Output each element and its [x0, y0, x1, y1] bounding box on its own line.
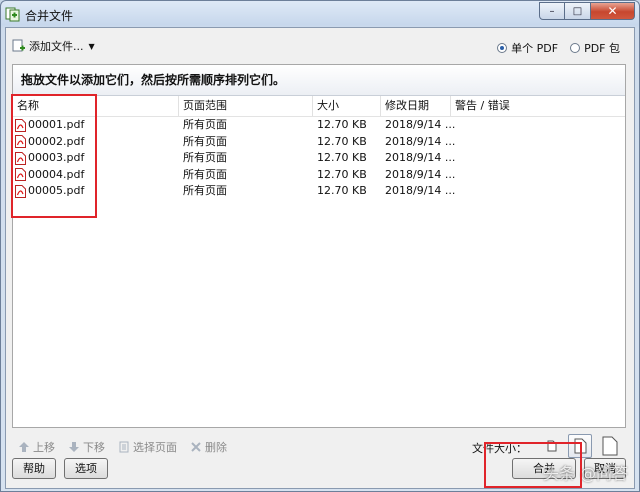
cell-name: 00005.pdf — [13, 183, 84, 200]
instruction-text: 拖放文件以添加它们，然后按所需顺序排列它们。 — [13, 65, 625, 96]
table-row[interactable]: 00005.pdf 所有页面 12.70 KB 2018/9/14 ... — [13, 183, 625, 200]
list-actions-bar: 上移 下移 选择页面 删除 文件大小： — [12, 434, 626, 458]
radio-unselected-icon — [570, 43, 581, 53]
pdf-file-icon — [15, 168, 26, 182]
table-row[interactable]: 00003.pdf 所有页面 12.70 KB 2018/9/14 ... — [13, 150, 625, 167]
pdf-file-icon — [15, 118, 26, 132]
close-button[interactable]: ✕ — [591, 2, 635, 20]
dialog-button-bar: 帮助 选项 合并 取消 头条 @问答 — [6, 458, 634, 488]
medium-size-button[interactable] — [568, 434, 592, 458]
cell-name: 00003.pdf — [13, 150, 84, 167]
cell-date: 2018/9/14 ... — [385, 118, 456, 131]
cell-range: 所有页面 — [183, 134, 227, 148]
maximize-button[interactable]: □ — [565, 2, 591, 20]
radio-selected-icon — [497, 43, 508, 53]
column-header-page-range[interactable]: 页面范围 — [179, 96, 313, 116]
file-name: 00003.pdf — [28, 151, 85, 164]
cell-name: 00004.pdf — [13, 167, 84, 184]
column-header-warnings[interactable]: 警告 / 错误 — [451, 96, 627, 116]
minimize-button[interactable]: – — [539, 2, 565, 20]
cancel-button[interactable]: 取消 — [584, 458, 626, 479]
cell-range: 所有页面 — [183, 184, 227, 197]
cell-name: 00001.pdf — [13, 117, 84, 134]
table-row[interactable]: 00001.pdf 所有页面 12.70 KB 2018/9/14 ... — [13, 117, 625, 134]
arrow-up-icon — [19, 442, 29, 452]
small-size-button[interactable] — [540, 434, 564, 458]
toolbar: 添加文件... ▼ 单个 PDF PDF 包 — [6, 28, 634, 64]
file-name: 00002.pdf — [28, 134, 85, 148]
cell-size: 12.70 KB — [317, 118, 367, 131]
arrow-down-icon — [69, 442, 79, 452]
add-file-icon — [12, 39, 25, 52]
table-header: 名称 页面范围 大小 修改日期 警告 / 错误 — [13, 96, 625, 117]
radio-pdf-portfolio[interactable]: PDF 包 — [570, 40, 620, 56]
page-icon — [119, 441, 129, 453]
delete-label: 删除 — [205, 441, 227, 454]
dialog-client-area: 添加文件... ▼ 单个 PDF PDF 包 拖放文件以添加它们，然后按所需顺序… — [5, 27, 635, 489]
merge-files-window: 合并文件 – □ ✕ 添加文件... ▼ 单个 PDF PDF 包 拖放文件以添… — [0, 0, 640, 492]
cell-size: 12.70 KB — [317, 167, 367, 181]
column-header-name[interactable]: 名称 — [13, 96, 179, 116]
radio-single-pdf-label: 单个 PDF — [511, 42, 559, 55]
output-type-options: 单个 PDF PDF 包 — [497, 40, 620, 56]
delete-button[interactable]: 删除 — [190, 439, 227, 455]
file-list-panel: 拖放文件以添加它们，然后按所需顺序排列它们。 名称 页面范围 大小 修改日期 警… — [12, 64, 626, 428]
file-name: 00004.pdf — [28, 167, 85, 181]
large-size-button[interactable] — [598, 434, 622, 458]
move-up-label: 上移 — [33, 441, 55, 454]
select-pages-label: 选择页面 — [133, 441, 177, 454]
move-up-button[interactable]: 上移 — [18, 439, 55, 455]
table-row[interactable]: 00002.pdf 所有页面 12.70 KB 2018/9/14 ... — [13, 134, 625, 151]
add-files-label: 添加文件... — [29, 40, 84, 53]
file-name: 00001.pdf — [28, 118, 85, 131]
cell-range: 所有页面 — [183, 118, 227, 131]
file-rows: 00001.pdf 所有页面 12.70 KB 2018/9/14 ... 00002.… — [13, 117, 625, 200]
options-button[interactable]: 选项 — [64, 458, 108, 479]
column-header-modified-date[interactable]: 修改日期 — [381, 96, 451, 116]
file-name: 00005.pdf — [28, 184, 85, 197]
merge-app-icon — [5, 7, 20, 22]
pdf-file-icon — [15, 184, 26, 198]
large-page-icon — [602, 436, 618, 456]
radio-pdf-portfolio-label: PDF 包 — [584, 42, 620, 55]
select-pages-button[interactable]: 选择页面 — [118, 439, 177, 455]
add-files-button[interactable]: 添加文件... ▼ — [12, 38, 95, 54]
radio-single-pdf[interactable]: 单个 PDF — [497, 40, 558, 56]
pdf-file-icon — [15, 151, 26, 165]
cell-size: 12.70 KB — [317, 151, 367, 164]
cell-date: 2018/9/14 ... — [385, 167, 456, 181]
move-down-button[interactable]: 下移 — [68, 439, 105, 455]
cell-size: 12.70 KB — [317, 134, 367, 148]
cell-date: 2018/9/14 ... — [385, 134, 456, 148]
file-size-label: 文件大小： — [472, 442, 527, 455]
title-bar[interactable]: 合并文件 – □ ✕ — [1, 1, 639, 27]
column-header-size[interactable]: 大小 — [313, 96, 381, 116]
medium-page-icon — [574, 438, 586, 454]
cell-size: 12.70 KB — [317, 184, 367, 197]
cell-name: 00002.pdf — [13, 134, 84, 151]
cell-range: 所有页面 — [183, 167, 227, 181]
small-page-icon — [547, 440, 557, 452]
help-button[interactable]: 帮助 — [12, 458, 56, 479]
cell-date: 2018/9/14 ... — [385, 151, 456, 164]
cell-range: 所有页面 — [183, 151, 227, 164]
window-title: 合并文件 — [25, 9, 74, 23]
move-down-label: 下移 — [83, 441, 105, 454]
merge-button[interactable]: 合并 — [512, 458, 576, 479]
delete-x-icon — [191, 442, 201, 452]
table-row[interactable]: 00004.pdf 所有页面 12.70 KB 2018/9/14 ... — [13, 167, 625, 184]
chevron-down-icon: ▼ — [88, 41, 95, 51]
pdf-file-icon — [15, 135, 26, 149]
cell-date: 2018/9/14 ... — [385, 184, 456, 197]
